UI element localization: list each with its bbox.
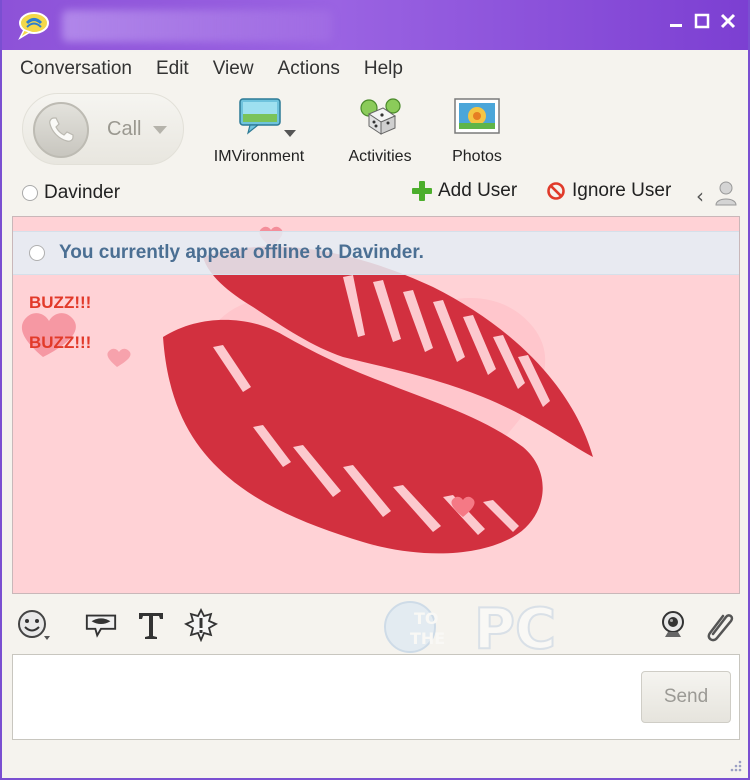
call-button[interactable]: Call xyxy=(22,93,184,165)
imvironment-button[interactable]: IMVironment xyxy=(204,96,314,166)
watermark-text-the: THE xyxy=(410,629,445,648)
activities-label: Activities xyxy=(348,148,412,165)
messenger-window: Conversation Edit View Actions Help Call xyxy=(0,0,750,780)
menu-bar: Conversation Edit View Actions Help xyxy=(2,50,748,88)
text-format-icon xyxy=(139,613,163,639)
maximize-button[interactable] xyxy=(692,10,712,32)
imvironment-label: IMVironment xyxy=(213,148,305,165)
phone-icon xyxy=(33,102,89,158)
person-icon[interactable] xyxy=(714,180,738,206)
text-format-button[interactable] xyxy=(134,608,168,642)
presence-icon xyxy=(22,185,38,201)
smiley-icon xyxy=(18,610,50,640)
window-controls xyxy=(666,10,738,32)
photos-button[interactable]: Photos xyxy=(442,96,512,166)
menu-conversation[interactable]: Conversation xyxy=(20,58,132,80)
plus-icon xyxy=(412,181,432,201)
ignore-user-label: Ignore User xyxy=(572,180,672,201)
buzz-button[interactable] xyxy=(184,608,218,642)
menu-edit[interactable]: Edit xyxy=(156,58,189,80)
offline-notice-bar: You currently appear offline to Davinder… xyxy=(13,231,739,275)
imvironment-icon xyxy=(239,98,281,135)
minimize-icon xyxy=(670,24,682,27)
watermark-text-to: TO xyxy=(414,609,439,628)
buzz-message: BUZZ!!! xyxy=(29,293,92,312)
contact-row: Davinder Add User Ignore User ‹ xyxy=(2,174,748,212)
lips-icon xyxy=(85,614,117,638)
ignore-user-button[interactable]: Ignore User xyxy=(546,180,671,202)
webcam-icon xyxy=(662,611,684,637)
call-label: Call xyxy=(107,118,142,140)
paperclip-icon xyxy=(707,614,734,642)
send-button[interactable]: Send xyxy=(641,671,731,723)
offline-notice-text: You currently appear offline to Davinder… xyxy=(59,242,424,263)
menu-help[interactable]: Help xyxy=(364,58,403,80)
photos-label: Photos xyxy=(452,148,502,165)
toolbar: Call IMVironment Activities Photos xyxy=(2,88,748,174)
add-user-label: Add User xyxy=(438,180,518,201)
blurred-title xyxy=(62,10,332,42)
presence-icon xyxy=(29,245,45,261)
menu-view[interactable]: View xyxy=(213,58,254,80)
chevron-down-icon[interactable] xyxy=(284,130,296,137)
title-bar xyxy=(2,0,748,50)
maximize-icon xyxy=(694,13,710,29)
watermark-logo: TO THE PC xyxy=(384,600,557,654)
webcam-button[interactable] xyxy=(656,608,690,642)
yahoo-messenger-icon[interactable] xyxy=(16,10,50,42)
chevron-down-icon[interactable] xyxy=(153,126,167,134)
conversation-pane[interactable]: You currently appear offline to Davinder… xyxy=(12,216,740,594)
emoticons-button[interactable] xyxy=(16,608,50,642)
ban-icon xyxy=(547,182,565,200)
minimize-button[interactable] xyxy=(666,10,686,32)
audibles-button[interactable] xyxy=(84,608,118,642)
format-toolbar: TO THE PC xyxy=(2,596,748,654)
chevron-left-icon[interactable]: ‹ xyxy=(696,184,704,208)
photo-icon xyxy=(454,98,500,134)
menu-actions[interactable]: Actions xyxy=(278,58,340,80)
close-button[interactable] xyxy=(718,10,738,32)
message-input[interactable]: Send xyxy=(12,654,740,740)
add-user-button[interactable]: Add User xyxy=(412,180,517,202)
attach-file-button[interactable] xyxy=(702,608,736,642)
buzz-message: BUZZ!!! xyxy=(29,333,92,352)
close-icon xyxy=(720,13,736,29)
activities-button[interactable]: Activities xyxy=(340,96,420,166)
contact-name[interactable]: Davinder xyxy=(44,182,120,204)
watermark-text-pc: PC xyxy=(474,600,556,654)
dice-icon xyxy=(360,98,401,135)
buzz-icon xyxy=(184,608,218,642)
resize-grip[interactable] xyxy=(728,758,742,772)
